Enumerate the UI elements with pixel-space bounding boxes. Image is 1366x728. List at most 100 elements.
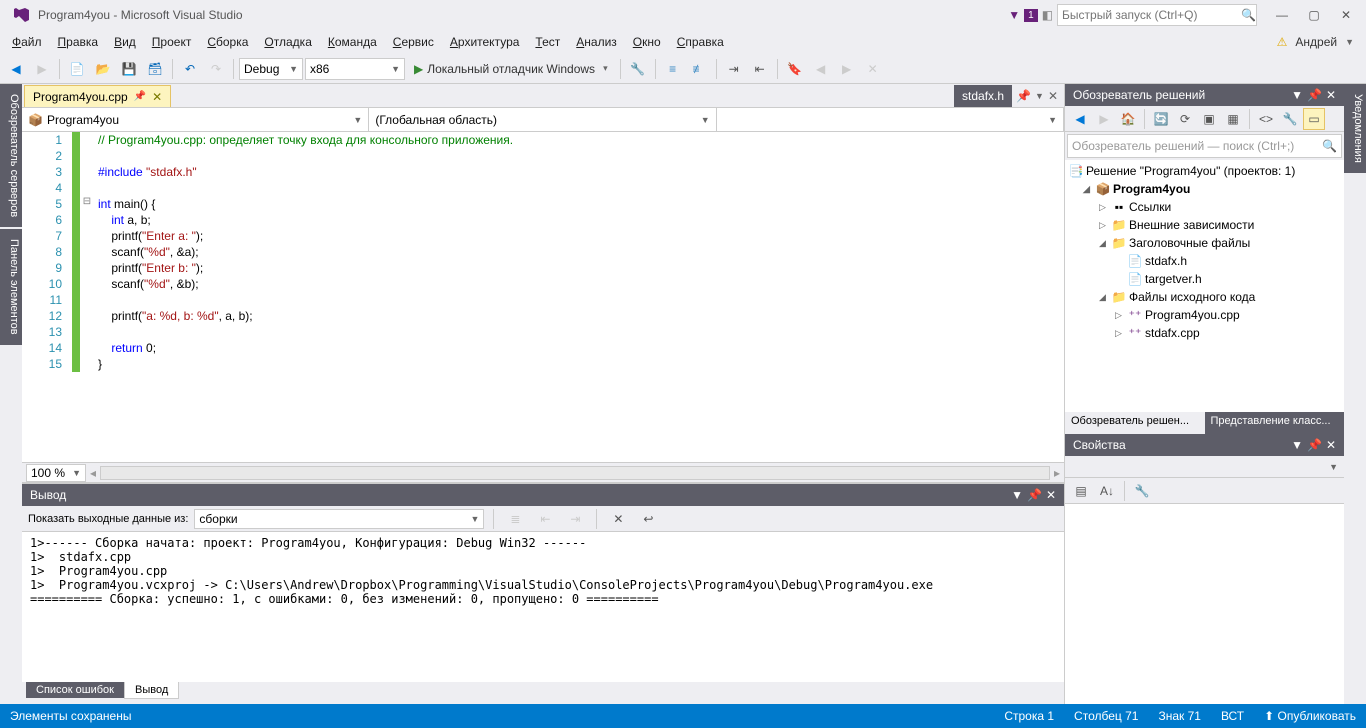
se-fwd-button[interactable]: ▶ (1093, 108, 1115, 130)
headers-folder-node[interactable]: ◢📁Заголовочные файлы (1065, 234, 1344, 252)
prev-bookmark-button[interactable]: ◀ (809, 57, 833, 81)
header-file-node[interactable]: 📄targetver.h (1065, 270, 1344, 288)
se-showall-button[interactable]: ▦ (1222, 108, 1244, 130)
warning-icon[interactable]: ⚠ (1277, 35, 1288, 49)
error-list-tab[interactable]: Список ошибок (26, 682, 124, 698)
tab-dropdown-icon[interactable]: ▼ (1035, 91, 1044, 101)
h-scroll-left[interactable]: ◂ (90, 466, 96, 480)
nav-member-combo[interactable]: (Глобальная область) ▼ (369, 108, 716, 131)
output-btn-3[interactable]: ⇥ (563, 507, 587, 531)
menu-сборка[interactable]: Сборка (199, 32, 256, 52)
menu-справка[interactable]: Справка (669, 32, 732, 52)
notifications-tab[interactable]: Уведомления (1344, 84, 1366, 173)
user-name[interactable]: Андрей (1291, 35, 1341, 49)
save-all-button[interactable]: 🗃 (143, 57, 167, 81)
pin-icon[interactable]: 📌 (134, 91, 146, 102)
props-grid[interactable] (1065, 504, 1344, 704)
back-button[interactable]: ◀ (4, 57, 28, 81)
close-button[interactable]: ✕ (1332, 4, 1360, 26)
undo-button[interactable]: ↶ (178, 57, 202, 81)
maximize-button[interactable]: ▢ (1300, 4, 1328, 26)
se-close-icon[interactable]: ✕ (1326, 88, 1336, 102)
minimize-button[interactable]: — (1268, 4, 1296, 26)
output-tab[interactable]: Вывод (124, 682, 179, 699)
props-dropdown-icon[interactable]: ▼ (1291, 438, 1303, 452)
panel-close-icon[interactable]: ✕ (1046, 488, 1056, 502)
tool-button-1[interactable]: 🔧 (626, 57, 650, 81)
redo-button[interactable]: ↷ (204, 57, 228, 81)
config-combo[interactable]: Debug▼ (239, 58, 303, 80)
open-button[interactable]: 📂 (91, 57, 115, 81)
props-tool-button[interactable]: 🔧 (1130, 479, 1154, 503)
quick-launch-input[interactable] (1057, 4, 1257, 26)
close-tab-icon[interactable]: ✕ (152, 90, 162, 104)
menu-команда[interactable]: Команда (320, 32, 385, 52)
solution-node[interactable]: 📑Решение "Program4you" (проектов: 1) (1065, 162, 1344, 180)
uncomment-button[interactable]: ≢ (687, 57, 711, 81)
source-file-node[interactable]: ▷⁺⁺Program4you.cpp (1065, 306, 1344, 324)
output-wrap-button[interactable]: ↩ (636, 507, 660, 531)
panel-dropdown-icon[interactable]: ▼ (1011, 488, 1023, 502)
toolbox-tab[interactable]: Панель элементов (0, 229, 22, 345)
filter-icon[interactable]: ▼ (1008, 8, 1020, 22)
panel-pin-icon[interactable]: 📌 (1027, 488, 1042, 502)
menu-файл[interactable]: Файл (4, 32, 50, 52)
search-icon[interactable]: 🔍 (1241, 8, 1256, 22)
save-button[interactable]: 💾 (117, 57, 141, 81)
outdent-button[interactable]: ⇤ (748, 57, 772, 81)
menu-окно[interactable]: Окно (625, 32, 669, 52)
feedback-icon[interactable]: ◧ (1042, 8, 1053, 22)
h-scroll-right[interactable]: ▸ (1054, 466, 1060, 480)
h-scrollbar[interactable] (100, 466, 1050, 480)
menu-правка[interactable]: Правка (50, 32, 107, 52)
menu-проект[interactable]: Проект (144, 32, 200, 52)
publish-button[interactable]: ⬆ Опубликовать (1264, 709, 1356, 723)
solution-search[interactable]: Обозреватель решений — поиск (Ctrl+;) 🔍 (1067, 134, 1342, 158)
se-collapse-button[interactable]: ▣ (1198, 108, 1220, 130)
references-node[interactable]: ▷▪▪Ссылки (1065, 198, 1344, 216)
next-bookmark-button[interactable]: ▶ (835, 57, 859, 81)
notification-badge[interactable]: 1 (1024, 9, 1038, 22)
menu-сервис[interactable]: Сервис (385, 32, 442, 52)
se-preview-button[interactable]: ▭ (1303, 108, 1325, 130)
start-debug-button[interactable]: ▶Локальный отладчик Windows▾ (407, 57, 615, 81)
se-props-button[interactable]: 🔧 (1279, 108, 1301, 130)
se-sync-button[interactable]: ⟳ (1174, 108, 1196, 130)
se-pin-icon[interactable]: 📌 (1307, 88, 1322, 102)
props-cat-button[interactable]: ▤ (1069, 479, 1093, 503)
source-file-node[interactable]: ▷⁺⁺stdafx.cpp (1065, 324, 1344, 342)
forward-button[interactable]: ▶ (30, 57, 54, 81)
props-pin-icon[interactable]: 📌 (1307, 438, 1322, 452)
se-refresh-button[interactable]: 🔄 (1150, 108, 1172, 130)
menu-архитектура[interactable]: Архитектура (442, 32, 528, 52)
se-dropdown-icon[interactable]: ▼ (1291, 88, 1303, 102)
doc-tab-inactive[interactable]: stdafx.h (954, 85, 1012, 107)
se-back-button[interactable]: ◀ (1069, 108, 1091, 130)
project-node[interactable]: ◢📦Program4you (1065, 180, 1344, 198)
sources-folder-node[interactable]: ◢📁Файлы исходного кода (1065, 288, 1344, 306)
close-doc-icon[interactable]: ✕ (1048, 89, 1058, 103)
indent-button[interactable]: ⇥ (722, 57, 746, 81)
pin-icon-2[interactable]: 📌 (1016, 89, 1031, 103)
clear-bookmark-button[interactable]: ✕ (861, 57, 885, 81)
output-btn-2[interactable]: ⇤ (533, 507, 557, 531)
output-btn-1[interactable]: ≣ (503, 507, 527, 531)
props-close-icon[interactable]: ✕ (1326, 438, 1336, 452)
comment-button[interactable]: ≡ (661, 57, 685, 81)
output-source-combo[interactable]: сборки▼ (194, 509, 484, 529)
server-explorer-tab[interactable]: Обозреватель серверов (0, 84, 22, 227)
menu-вид[interactable]: Вид (106, 32, 144, 52)
solution-explorer-tab[interactable]: Обозреватель решен... (1065, 412, 1205, 434)
new-project-button[interactable]: 📄 (65, 57, 89, 81)
props-az-button[interactable]: A↓ (1095, 479, 1119, 503)
output-text[interactable]: 1>------ Сборка начата: проект: Program4… (22, 532, 1064, 682)
se-code-button[interactable]: <> (1255, 108, 1277, 130)
user-dropdown-icon[interactable]: ▼ (1345, 37, 1354, 47)
solution-tree[interactable]: 📑Решение "Program4you" (проектов: 1) ◢📦P… (1065, 160, 1344, 412)
output-clear-button[interactable]: ✕ (606, 507, 630, 531)
doc-tab-active[interactable]: Program4you.cpp 📌 ✕ (24, 85, 171, 107)
external-deps-node[interactable]: ▷📁Внешние зависимости (1065, 216, 1344, 234)
nav-scope-combo[interactable]: 📦 Program4you ▼ (22, 108, 369, 131)
se-home-button[interactable]: 🏠 (1117, 108, 1139, 130)
platform-combo[interactable]: x86▼ (305, 58, 405, 80)
